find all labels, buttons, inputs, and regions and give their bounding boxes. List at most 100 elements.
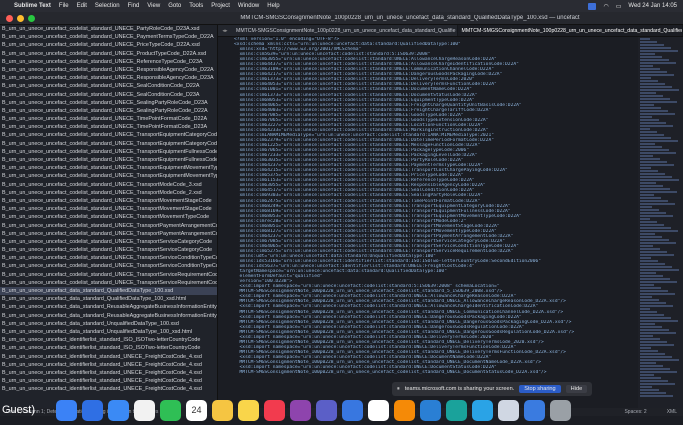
facetime-icon[interactable] bbox=[160, 399, 181, 421]
minimap[interactable] bbox=[638, 37, 683, 408]
minimap-line bbox=[640, 383, 675, 385]
sidebar-file-item[interactable]: B_urn_un_unece_uncefact_data_standard_Re… bbox=[0, 303, 217, 311]
finder-icon[interactable] bbox=[56, 399, 77, 421]
zoom-window-icon[interactable] bbox=[28, 14, 35, 22]
podcasts-icon[interactable] bbox=[290, 399, 311, 421]
sidebar-file-item[interactable]: B_urn_un_unece_uncefact_codelist_standar… bbox=[0, 115, 217, 123]
sidebar-file-item[interactable]: B_urn_un_unece_uncefact_identifierlist_s… bbox=[0, 377, 217, 385]
battery-icon[interactable]: ▭ bbox=[616, 3, 622, 10]
stop-sharing-button[interactable]: Stop sharing bbox=[519, 385, 561, 393]
sidebar-file-item[interactable]: B_urn_un_unece_uncefact_data_standard_Qu… bbox=[0, 295, 217, 303]
sidebar-file-item[interactable]: B_urn_un_unece_uncefact_identifierlist_s… bbox=[0, 385, 217, 393]
photos-icon[interactable] bbox=[212, 399, 233, 421]
menu-window[interactable]: Window bbox=[238, 3, 259, 9]
minimap-line bbox=[640, 68, 660, 70]
menu-view[interactable]: View bbox=[147, 3, 160, 9]
minimap-line bbox=[640, 113, 675, 115]
keynote-icon[interactable] bbox=[342, 399, 363, 421]
sidebar-file-item[interactable]: B_urn_un_unece_uncefact_codelist_standar… bbox=[0, 254, 217, 262]
sidebar-file-item[interactable]: B_urn_un_unece_uncefact_codelist_standar… bbox=[0, 148, 217, 156]
sidebar-file-item[interactable]: B_urn_un_unece_uncefact_codelist_standar… bbox=[0, 189, 217, 197]
finder-window-icon[interactable] bbox=[524, 399, 545, 421]
sidebar-file-item[interactable]: B_urn_un_unece_uncefact_data_standard_Qu… bbox=[0, 287, 217, 296]
chrome-icon[interactable] bbox=[134, 399, 155, 421]
screen-share-bar: ⏸ teams.microsoft.com is sharing your sc… bbox=[392, 382, 593, 396]
screen-share-icon[interactable] bbox=[588, 2, 597, 10]
edge-icon[interactable] bbox=[446, 399, 467, 421]
sidebar-file-item[interactable]: B_urn_un_unece_uncefact_codelist_standar… bbox=[0, 205, 217, 213]
music-icon[interactable] bbox=[264, 399, 285, 421]
hide-share-button[interactable]: Hide bbox=[565, 385, 588, 393]
sidebar-file-item[interactable]: B_urn_un_unece_uncefact_identifierlist_s… bbox=[0, 353, 217, 361]
menu-edit[interactable]: Edit bbox=[77, 3, 87, 9]
sidebar-file-item[interactable]: B_urn_un_unece_uncefact_codelist_standar… bbox=[0, 246, 217, 254]
minimap-line bbox=[640, 149, 669, 151]
minimap-line bbox=[640, 158, 660, 160]
menu-goto[interactable]: Goto bbox=[168, 3, 181, 9]
preview-icon[interactable] bbox=[498, 399, 519, 421]
menu-selection[interactable]: Selection bbox=[95, 3, 120, 9]
mail-icon[interactable] bbox=[82, 399, 103, 421]
teams-icon[interactable] bbox=[316, 399, 337, 421]
file-sidebar[interactable]: B_urn_un_unece_uncefact_codelist_standar… bbox=[0, 25, 218, 416]
safari-icon[interactable] bbox=[108, 399, 129, 421]
menu-find[interactable]: Find bbox=[128, 3, 140, 9]
menu-file[interactable]: File bbox=[59, 3, 69, 9]
code-area[interactable]: <?xml version="1.0" encoding="UTF-8"?> <x… bbox=[234, 37, 638, 375]
sidebar-file-item[interactable]: B_urn_un_unece_uncefact_codelist_standar… bbox=[0, 99, 217, 107]
sidebar-file-item[interactable]: B_urn_un_unece_uncefact_data_standard_Un… bbox=[0, 328, 217, 336]
tab-file-1[interactable]: MMTCM-SMGSConsignmentNote_100p0228_urn_u… bbox=[232, 25, 458, 36]
sidebar-file-item[interactable]: B_urn_un_unece_uncefact_identifierlist_s… bbox=[0, 344, 217, 352]
sidebar-file-item[interactable]: B_urn_un_unece_uncefact_codelist_standar… bbox=[0, 91, 217, 99]
clock[interactable]: Wed 24 Jan 14:05 bbox=[628, 3, 677, 9]
sidebar-file-item[interactable]: B_urn_un_unece_uncefact_codelist_standar… bbox=[0, 164, 217, 172]
sidebar-file-item[interactable]: B_urn_un_unece_uncefact_codelist_standar… bbox=[0, 123, 217, 131]
sidebar-file-item[interactable]: B_urn_un_unece_uncefact_codelist_standar… bbox=[0, 82, 217, 90]
calendar-icon[interactable]: 24 bbox=[186, 399, 207, 421]
menu-project[interactable]: Project bbox=[211, 3, 230, 9]
sidebar-file-item[interactable]: B_urn_un_unece_uncefact_codelist_standar… bbox=[0, 271, 217, 279]
minimap-line bbox=[640, 260, 658, 262]
app-menu[interactable]: Sublime Text bbox=[14, 3, 51, 9]
sidebar-file-item[interactable]: B_urn_un_unece_uncefact_identifierlist_s… bbox=[0, 369, 217, 377]
minimap-line bbox=[640, 56, 662, 58]
notion-icon[interactable] bbox=[368, 399, 389, 421]
sidebar-file-item[interactable]: B_urn_un_unece_uncefact_codelist_standar… bbox=[0, 181, 217, 189]
tab-nav-left-icon[interactable]: ◂▸ bbox=[218, 25, 232, 36]
sidebar-file-item[interactable]: B_urn_un_unece_uncefact_codelist_standar… bbox=[0, 33, 217, 41]
minimize-window-icon[interactable] bbox=[17, 14, 24, 22]
sidebar-file-item[interactable]: B_urn_un_unece_uncefact_codelist_standar… bbox=[0, 230, 217, 238]
notes-icon[interactable] bbox=[238, 399, 259, 421]
sidebar-file-item[interactable]: B_urn_un_unece_uncefact_codelist_standar… bbox=[0, 66, 217, 74]
sublime-icon[interactable] bbox=[394, 399, 415, 421]
sidebar-file-item[interactable]: B_urn_un_unece_uncefact_data_standard_Re… bbox=[0, 312, 217, 320]
sidebar-file-item[interactable]: B_urn_un_unece_uncefact_codelist_standar… bbox=[0, 74, 217, 82]
vscode-icon[interactable] bbox=[420, 399, 441, 421]
menu-help[interactable]: Help bbox=[267, 3, 279, 9]
sidebar-file-item[interactable]: B_urn_un_unece_uncefact_codelist_standar… bbox=[0, 156, 217, 164]
code-editor[interactable]: <?xml version="1.0" encoding="UTF-8"?> <x… bbox=[218, 37, 638, 408]
sidebar-file-item[interactable]: B_urn_un_unece_uncefact_codelist_standar… bbox=[0, 197, 217, 205]
sidebar-file-item[interactable]: B_urn_un_unece_uncefact_codelist_standar… bbox=[0, 50, 217, 58]
telegram-icon[interactable] bbox=[472, 399, 493, 421]
sidebar-file-item[interactable]: B_urn_un_unece_uncefact_data_standard_Un… bbox=[0, 320, 217, 328]
sidebar-file-item[interactable]: B_urn_un_unece_uncefact_codelist_standar… bbox=[0, 58, 217, 66]
sidebar-file-item[interactable]: B_urn_un_unece_uncefact_codelist_standar… bbox=[0, 213, 217, 221]
sidebar-file-item[interactable]: B_urn_un_unece_uncefact_identifierlist_s… bbox=[0, 361, 217, 369]
sidebar-file-item[interactable]: B_urn_un_unece_uncefact_codelist_standar… bbox=[0, 279, 217, 287]
sidebar-file-item[interactable]: B_urn_un_unece_uncefact_codelist_standar… bbox=[0, 140, 217, 148]
close-window-icon[interactable] bbox=[6, 14, 13, 22]
sidebar-file-item[interactable]: B_urn_un_unece_uncefact_identifierlist_s… bbox=[0, 336, 217, 344]
sidebar-file-item[interactable]: B_urn_un_unece_uncefact_codelist_standar… bbox=[0, 131, 217, 139]
sidebar-file-item[interactable]: B_urn_un_unece_uncefact_codelist_standar… bbox=[0, 107, 217, 115]
wifi-icon[interactable]: ◠ bbox=[603, 3, 608, 10]
sidebar-file-item[interactable]: B_urn_un_unece_uncefact_codelist_standar… bbox=[0, 25, 217, 33]
sidebar-file-item[interactable]: B_urn_un_unece_uncefact_codelist_standar… bbox=[0, 222, 217, 230]
sidebar-file-item[interactable]: B_urn_un_unece_uncefact_codelist_standar… bbox=[0, 172, 217, 180]
sidebar-file-item[interactable]: B_urn_un_unece_uncefact_codelist_standar… bbox=[0, 41, 217, 49]
tab-file-2[interactable]: MMTCM-SMGSConsignmentNote_100p0228_urn_u… bbox=[457, 25, 683, 36]
trash-icon[interactable] bbox=[550, 399, 571, 421]
sidebar-file-item[interactable]: B_urn_un_unece_uncefact_codelist_standar… bbox=[0, 262, 217, 270]
menu-tools[interactable]: Tools bbox=[189, 3, 203, 9]
sidebar-file-item[interactable]: B_urn_un_unece_uncefact_codelist_standar… bbox=[0, 238, 217, 246]
